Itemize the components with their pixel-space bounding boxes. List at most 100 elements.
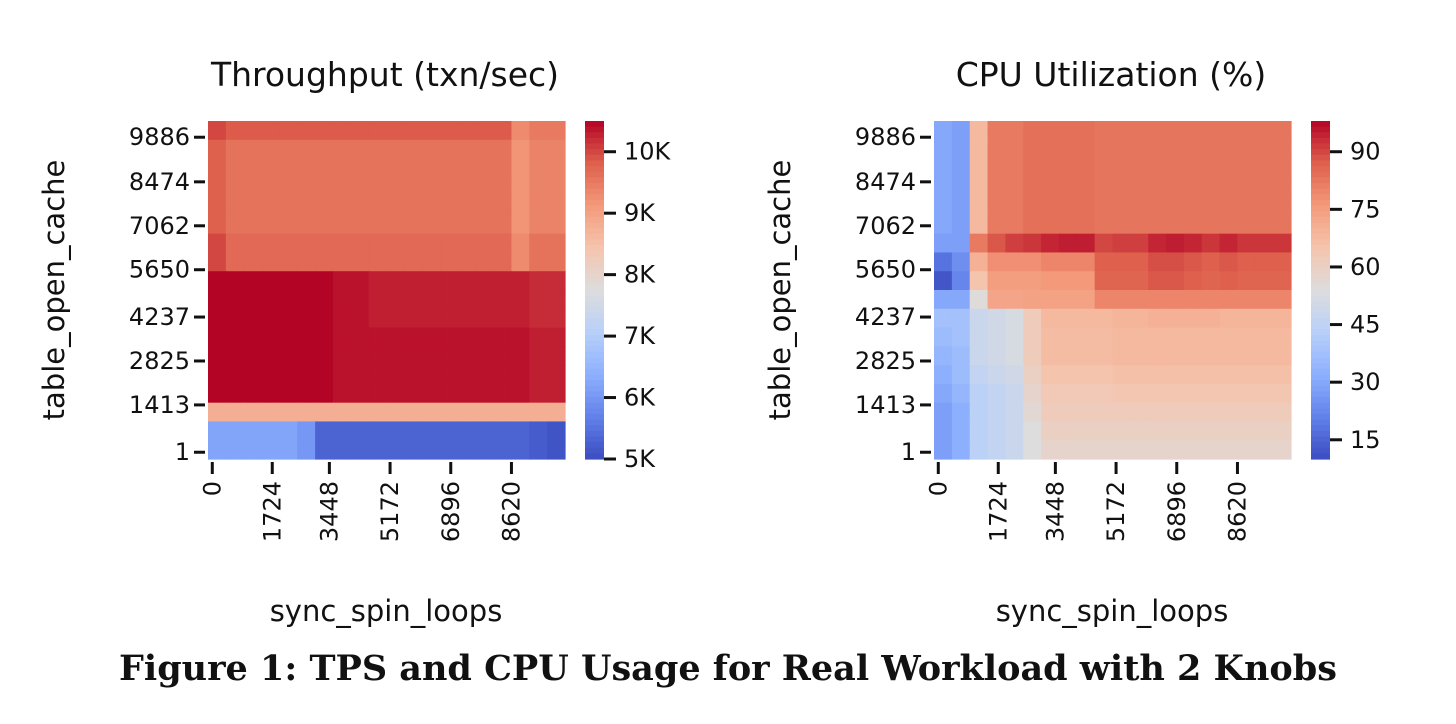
heatmap-cell bbox=[475, 421, 495, 441]
heatmap-cell bbox=[1237, 383, 1256, 404]
x-tick-label: 8620 bbox=[1223, 481, 1251, 542]
heatmap-cell bbox=[243, 271, 263, 291]
heatmap-cell bbox=[1023, 196, 1042, 216]
heatmap-cell bbox=[315, 308, 334, 329]
colorbar-segment bbox=[585, 171, 604, 178]
heatmap-cell bbox=[404, 177, 423, 197]
heatmap-cell bbox=[1166, 327, 1185, 347]
heatmap-cell bbox=[261, 233, 280, 254]
heatmap-cell bbox=[350, 139, 370, 160]
heatmap-cell bbox=[529, 421, 548, 441]
heatmap-cell bbox=[511, 365, 530, 385]
heatmap-cell bbox=[225, 139, 245, 160]
heatmap-cell bbox=[208, 327, 227, 347]
heatmap-cell bbox=[493, 214, 513, 235]
colorbar-segment bbox=[585, 295, 604, 302]
heatmap-cell bbox=[422, 233, 441, 254]
heatmap-cell bbox=[1076, 421, 1096, 441]
heatmap-cell bbox=[1112, 196, 1131, 216]
heatmap-cell bbox=[386, 440, 405, 460]
y-tick-label: 4237 bbox=[129, 303, 190, 331]
heatmap-cell bbox=[315, 158, 334, 178]
heatmap-cell bbox=[1058, 346, 1078, 366]
heatmap-cell bbox=[1130, 440, 1149, 460]
heatmap-cell bbox=[208, 139, 227, 160]
heatmap-cell bbox=[1058, 196, 1078, 216]
heatmap-cell bbox=[1041, 177, 1060, 197]
heatmap-cell bbox=[1166, 402, 1185, 423]
heatmap-cell bbox=[1255, 214, 1274, 235]
heatmap-cell bbox=[547, 121, 566, 141]
heatmap-cell bbox=[386, 139, 405, 160]
heatmap-cell bbox=[1148, 290, 1167, 310]
colorbar-segment bbox=[1311, 244, 1330, 252]
heatmap-cell bbox=[404, 383, 423, 404]
heatmap-cell bbox=[279, 365, 298, 385]
heatmap-cell bbox=[297, 421, 316, 441]
heatmap-cell bbox=[457, 214, 477, 235]
colorbar-segment bbox=[585, 335, 604, 342]
colorbar-segment bbox=[1311, 391, 1330, 398]
heatmap-cell bbox=[1041, 271, 1060, 291]
heatmap-cell bbox=[511, 308, 530, 329]
heatmap-cell bbox=[440, 346, 459, 366]
heatmap-cell bbox=[1201, 139, 1221, 160]
heatmap-cell bbox=[547, 214, 566, 235]
colorbar-segment bbox=[585, 363, 604, 370]
heatmap-cell bbox=[440, 271, 459, 291]
heatmap-cell bbox=[1041, 290, 1060, 310]
heatmap-cell bbox=[1237, 365, 1256, 385]
y-tick-label: 7062 bbox=[129, 212, 190, 240]
heatmap-cell bbox=[208, 402, 227, 423]
heatmap-cell bbox=[1255, 346, 1274, 366]
heatmap-cell bbox=[332, 327, 352, 347]
heatmap-cell bbox=[511, 121, 530, 141]
heatmap-cell bbox=[422, 158, 441, 178]
colorbar-segment bbox=[585, 397, 604, 404]
heatmap-cell bbox=[1005, 327, 1024, 347]
heatmap-cell bbox=[386, 177, 405, 197]
heatmap-cell bbox=[1112, 402, 1131, 423]
colorbar-segment bbox=[585, 374, 604, 381]
heatmap-cell bbox=[969, 421, 989, 441]
heatmap-cell bbox=[493, 327, 513, 347]
heatmap-cell bbox=[969, 290, 989, 310]
heatmap-cell bbox=[1273, 290, 1292, 310]
heatmap-cell bbox=[1201, 121, 1221, 141]
heatmap-cell bbox=[368, 271, 388, 291]
heatmap-cell bbox=[457, 252, 477, 272]
colorbar-segment bbox=[585, 216, 604, 223]
heatmap-cell bbox=[1255, 158, 1274, 178]
heatmap-cell bbox=[934, 346, 953, 366]
heatmap-cell bbox=[493, 308, 513, 329]
heatmap-cell bbox=[225, 196, 245, 216]
heatmap-cell bbox=[457, 290, 477, 310]
heatmap-cell bbox=[987, 214, 1006, 235]
colorbar-segment bbox=[585, 154, 604, 162]
heatmap-cell bbox=[547, 440, 566, 460]
heatmap-cell bbox=[243, 252, 263, 272]
heatmap-cell bbox=[457, 177, 477, 197]
heatmap-cell bbox=[368, 327, 388, 347]
figure-canvas: Throughput (txn/sec) 9886 8474 7062 5650 4237… bbox=[37, 55, 1381, 628]
heatmap-cell bbox=[1076, 139, 1096, 160]
heatmap-cell bbox=[1023, 346, 1042, 366]
heatmap-cell bbox=[1183, 214, 1203, 235]
heatmap-cell bbox=[1183, 290, 1203, 310]
heatmap-cell bbox=[1166, 290, 1185, 310]
heatmap-cell bbox=[315, 271, 334, 291]
heatmap-cell bbox=[315, 365, 334, 385]
heatmap-cell bbox=[332, 365, 352, 385]
heatmap-cell bbox=[279, 121, 298, 141]
heatmap-cell bbox=[404, 252, 423, 272]
heatmap-cell bbox=[1005, 290, 1024, 310]
heatmap-cell bbox=[1005, 158, 1024, 178]
heatmap-cell bbox=[475, 290, 495, 310]
heatmap-cell bbox=[350, 271, 370, 291]
colorbar-segment bbox=[1311, 436, 1330, 443]
heatmap-cell bbox=[315, 383, 334, 404]
colorbar-segment bbox=[585, 239, 604, 246]
heatmap-cell bbox=[1273, 214, 1292, 235]
heatmap-cell bbox=[225, 308, 245, 329]
heatmap-cell bbox=[297, 214, 316, 235]
